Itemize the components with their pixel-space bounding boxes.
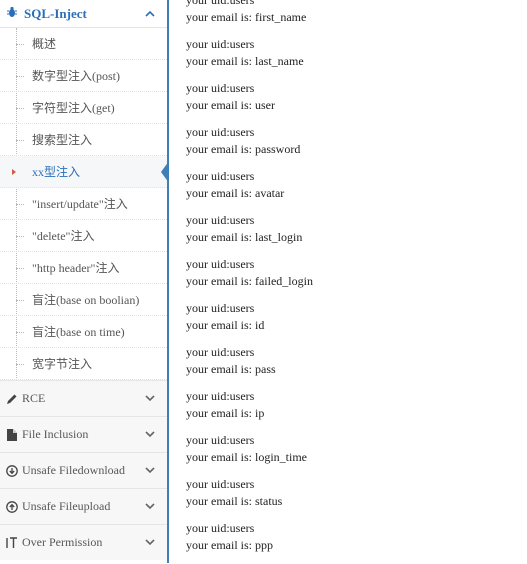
upload-icon — [5, 500, 19, 513]
sidebar-item-blind-time[interactable]: 盲注(base on time) — [0, 316, 167, 348]
result-record: your uid:users your email is: first_name — [186, 0, 516, 36]
sidebar-item-wide-byte[interactable]: 宽字节注入 — [0, 348, 167, 380]
email-line: your email is: first_name — [186, 10, 307, 24]
email-line: your email is: ppp — [186, 538, 273, 552]
email-line: your email is: status — [186, 494, 283, 508]
sidebar-group-label: RCE — [22, 391, 46, 405]
chevron-down-icon — [145, 463, 155, 478]
sidebar-item-label: 概述 — [32, 37, 57, 51]
sidebar-group-unsafe-filedownload[interactable]: Unsafe Filedownload — [0, 452, 167, 488]
sidebar-item-label: 搜索型注入 — [32, 133, 93, 147]
sidebar-item-label: 数字型注入(post) — [32, 69, 120, 83]
active-caret-icon — [161, 161, 167, 183]
result-record: your uid:users your email is: failed_logi… — [186, 256, 516, 300]
sidebar-item-delete[interactable]: "delete"注入 — [0, 220, 167, 252]
email-line: your email is: pass — [186, 362, 276, 376]
uid-line: your uid:users — [186, 257, 255, 271]
sidebar: SQL-Inject 概述 数字型注入(post) 字符型注入(get) 搜索型… — [0, 0, 169, 563]
uid-line: your uid:users — [186, 301, 255, 315]
sidebar-group-file-inclusion[interactable]: File Inclusion — [0, 416, 167, 452]
uid-line: your uid:users — [186, 213, 255, 227]
pencil-icon — [5, 393, 19, 405]
uid-line: your uid:users — [186, 433, 255, 447]
email-line: your email is: id — [186, 318, 265, 332]
email-line: your email is: failed_login — [186, 274, 313, 288]
uid-line: your uid:users — [186, 37, 255, 51]
chevron-down-icon — [145, 499, 155, 514]
sidebar-item-label: "http header"注入 — [32, 261, 120, 275]
result-record: your uid:users your email is: last_name — [186, 36, 516, 80]
sidebar-item-label: 盲注(base on time) — [32, 325, 125, 339]
result-record: your uid:users your email is: avatar — [186, 168, 516, 212]
email-line: your email is: user — [186, 98, 275, 112]
sidebar-section-sql-inject[interactable]: SQL-Inject — [0, 0, 167, 28]
sidebar-item-xx[interactable]: xx型注入 — [0, 156, 167, 188]
result-record: your uid:users your email is: id — [186, 300, 516, 344]
file-icon — [5, 428, 19, 441]
uid-line: your uid:users — [186, 125, 255, 139]
bug-icon — [6, 6, 18, 22]
sidebar-group-label: Unsafe Fileupload — [22, 499, 111, 513]
result-record: your uid:users your email is: login_time — [186, 432, 516, 476]
sidebar-group-rce[interactable]: RCE — [0, 380, 167, 416]
uid-line: your uid:users — [186, 81, 255, 95]
result-record: your uid:users your email is: pass — [186, 344, 516, 388]
sidebar-group-label: File Inclusion — [22, 427, 89, 441]
sidebar-item-label: xx型注入 — [32, 165, 81, 179]
sidebar-item-insert-update[interactable]: "insert/update"注入 — [0, 188, 167, 220]
sidebar-group-over-permission[interactable]: Over Permission — [0, 524, 167, 560]
sidebar-item-search[interactable]: 搜索型注入 — [0, 124, 167, 156]
email-line: your email is: last_login — [186, 230, 303, 244]
result-record: your uid:users your email is: user — [186, 80, 516, 124]
result-record: your uid:users your email is: last_login — [186, 212, 516, 256]
sidebar-group-label: Over Permission — [22, 535, 103, 549]
result-record: your uid:users your email is: ip — [186, 388, 516, 432]
result-record: your uid:users your email is: status — [186, 476, 516, 520]
uid-line: your uid:users — [186, 345, 255, 359]
active-bullet-icon — [12, 169, 16, 175]
text-cursor-icon — [5, 536, 19, 549]
sidebar-item-label: 盲注(base on boolian) — [32, 293, 140, 307]
uid-line: your uid:users — [186, 389, 255, 403]
query-results: your uid:users your email is: first_name … — [186, 0, 516, 564]
email-line: your email is: last_name — [186, 54, 304, 68]
result-record: your uid:users your email is: ppp — [186, 520, 516, 564]
sidebar-item-label: "insert/update"注入 — [32, 197, 128, 211]
uid-line: your uid:users — [186, 0, 255, 7]
sidebar-item-overview[interactable]: 概述 — [0, 28, 167, 60]
result-record: your uid:users your email is: password — [186, 124, 516, 168]
uid-line: your uid:users — [186, 521, 255, 535]
email-line: your email is: login_time — [186, 450, 307, 464]
sidebar-section-label: SQL-Inject — [24, 5, 87, 21]
sidebar-group-label: Unsafe Filedownload — [22, 463, 125, 477]
sidebar-group-unsafe-fileupload[interactable]: Unsafe Fileupload — [0, 488, 167, 524]
sidebar-item-string-get[interactable]: 字符型注入(get) — [0, 92, 167, 124]
email-line: your email is: password — [186, 142, 301, 156]
sidebar-item-label: 字符型注入(get) — [32, 101, 115, 115]
sidebar-item-blind-boolean[interactable]: 盲注(base on boolian) — [0, 284, 167, 316]
uid-line: your uid:users — [186, 169, 255, 183]
email-line: your email is: avatar — [186, 186, 285, 200]
uid-line: your uid:users — [186, 477, 255, 491]
chevron-down-icon — [145, 391, 155, 406]
sidebar-item-numeric-post[interactable]: 数字型注入(post) — [0, 60, 167, 92]
sql-inject-submenu: 概述 数字型注入(post) 字符型注入(get) 搜索型注入 xx型注入 "i… — [0, 28, 167, 380]
sidebar-item-http-header[interactable]: "http header"注入 — [0, 252, 167, 284]
chevron-down-icon — [145, 535, 155, 550]
chevron-up-icon — [145, 6, 155, 21]
chevron-down-icon — [145, 427, 155, 442]
email-line: your email is: ip — [186, 406, 265, 420]
download-icon — [5, 464, 19, 477]
sidebar-item-label: 宽字节注入 — [32, 357, 93, 371]
sidebar-item-label: "delete"注入 — [32, 229, 95, 243]
